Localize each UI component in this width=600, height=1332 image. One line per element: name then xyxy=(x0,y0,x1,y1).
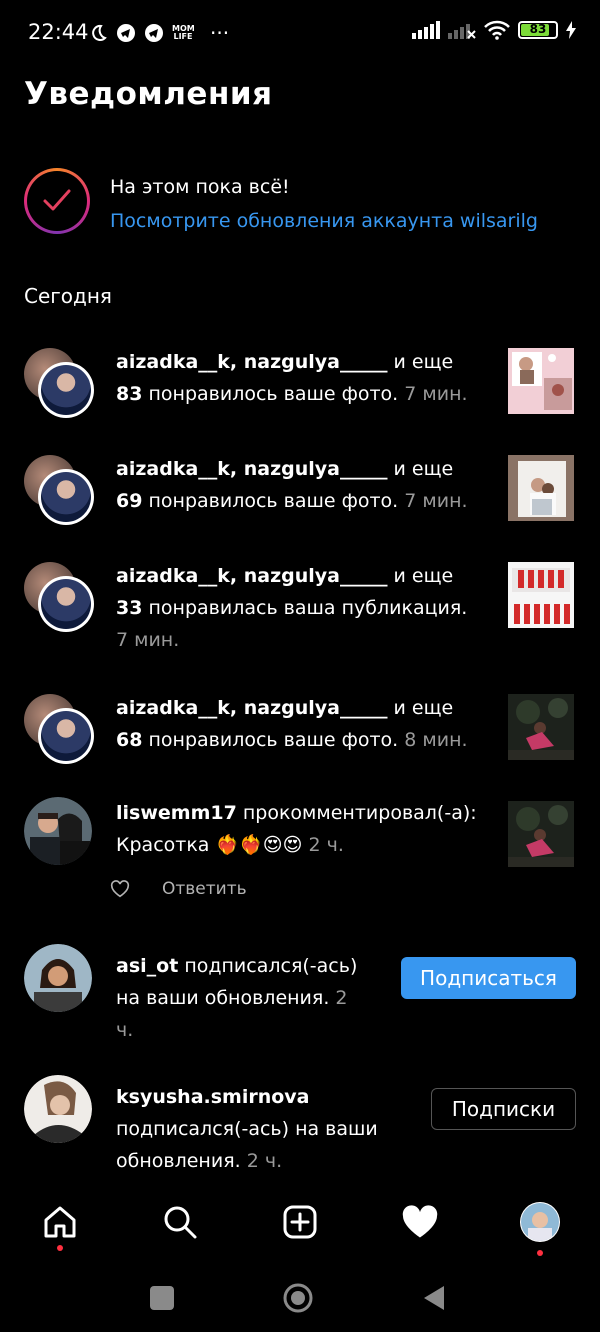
notification-count: 83 xyxy=(116,383,143,405)
post-thumbnail[interactable] xyxy=(508,801,574,867)
comment-actions: Ответить xyxy=(110,879,247,899)
follower-username[interactable]: ksyusha.smirnova xyxy=(116,1086,310,1108)
comment-text: Красотка ❤️‍🔥❤️‍🔥😍😍 xyxy=(116,834,303,856)
battery-percent: 83 xyxy=(529,22,547,36)
page-title: Уведомления xyxy=(24,76,273,112)
notification-time: 2 ч. xyxy=(302,834,344,856)
profile-avatar xyxy=(520,1202,560,1242)
mom-life-app-icon: MOM LIFE xyxy=(172,24,195,41)
all-caught-up-title: На этом пока всё! xyxy=(110,176,290,198)
comment-username[interactable]: liswemm17 xyxy=(116,802,237,824)
post-thumbnail[interactable] xyxy=(508,348,574,414)
tab-search[interactable] xyxy=(150,1192,210,1252)
moon-icon xyxy=(92,24,107,41)
system-navigation-bar xyxy=(0,1262,600,1332)
tab-activity[interactable] xyxy=(390,1192,450,1252)
battery-icon: 83 xyxy=(518,21,558,39)
avatar-stack[interactable] xyxy=(24,348,94,418)
like-comment-heart-icon[interactable] xyxy=(110,880,130,898)
more-notifications-icon: ··· xyxy=(210,21,230,45)
avatar-stack[interactable] xyxy=(24,455,94,525)
avatar-stack[interactable] xyxy=(24,694,94,764)
search-icon xyxy=(164,1206,197,1239)
post-thumbnail[interactable] xyxy=(508,455,574,521)
notification-count: 69 xyxy=(116,490,143,512)
tab-home[interactable] xyxy=(30,1192,90,1252)
account-updates-link[interactable]: Посмотрите обновления аккаунта wilsarilg xyxy=(110,210,538,232)
charging-icon xyxy=(566,21,576,39)
post-thumbnail[interactable] xyxy=(508,694,574,760)
home-icon xyxy=(44,1206,76,1238)
avatar-stack[interactable] xyxy=(24,562,94,632)
list-item[interactable]: aizadka__k, nazgulya_____ и еще 68 понра… xyxy=(0,692,600,772)
telegram-icon xyxy=(117,24,135,42)
list-item[interactable]: aizadka__k, nazgulya_____ и еще 69 понра… xyxy=(0,453,600,533)
list-item[interactable]: liswemm17 прокомментировал(-а): Красотка… xyxy=(0,797,600,917)
avatar[interactable] xyxy=(24,1075,92,1143)
avatar[interactable] xyxy=(24,797,92,865)
status-time: 22:44 xyxy=(28,20,89,44)
new-post-icon xyxy=(283,1205,317,1239)
notification-time: 2 ч. xyxy=(240,1150,283,1172)
telegram-icon xyxy=(145,24,163,42)
notification-time: 7 мин. xyxy=(398,490,468,512)
notification-count: 33 xyxy=(116,597,143,619)
follow-button[interactable]: Подписаться xyxy=(401,957,576,999)
avatar[interactable] xyxy=(24,944,92,1012)
checkmark-ring-icon xyxy=(24,168,90,234)
follower-username[interactable]: asi_ot xyxy=(116,955,178,977)
home-notification-dot xyxy=(57,1245,63,1251)
status-bar: 22:44 MOM LIFE ··· 83 xyxy=(0,0,600,66)
notification-time: 7 мин. xyxy=(398,383,468,405)
tab-profile[interactable] xyxy=(510,1192,570,1252)
reply-button[interactable]: Ответить xyxy=(162,879,247,899)
recents-button[interactable] xyxy=(150,1286,174,1310)
signal-icon xyxy=(412,21,440,39)
notification-users[interactable]: aizadka__k, nazgulya_____ xyxy=(116,458,388,480)
notification-time: 8 мин. xyxy=(398,729,468,751)
bottom-tab-bar xyxy=(0,1192,600,1262)
status-right-icons: 83 xyxy=(412,20,576,40)
all-caught-up-banner: На этом пока всё! Посмотрите обновления … xyxy=(24,168,584,238)
tab-new-post[interactable] xyxy=(270,1192,330,1252)
notification-users[interactable]: aizadka__k, nazgulya_____ xyxy=(116,351,388,373)
list-item[interactable]: aizadka__k, nazgulya_____ и еще 83 понра… xyxy=(0,346,600,426)
activity-heart-icon xyxy=(402,1205,438,1238)
notification-time-unit: ч. xyxy=(116,1019,134,1041)
following-button[interactable]: Подписки xyxy=(431,1088,576,1130)
notification-users[interactable]: aizadka__k, nazgulya_____ xyxy=(116,697,388,719)
profile-notification-dot xyxy=(537,1250,543,1256)
notification-count: 68 xyxy=(116,729,143,751)
notification-time: 7 мин. xyxy=(116,629,180,651)
back-triangle-button[interactable] xyxy=(422,1284,446,1312)
list-item[interactable]: aizadka__k, nazgulya_____ и еще 33 понра… xyxy=(0,560,600,660)
list-item[interactable]: ksyusha.smirnova подписался(-ась) на ваш… xyxy=(0,1075,600,1181)
home-circle-button[interactable] xyxy=(282,1282,314,1314)
section-today-heading: Сегодня xyxy=(24,284,112,308)
notification-users[interactable]: aizadka__k, nazgulya_____ xyxy=(116,565,388,587)
notification-time: 2 xyxy=(329,987,348,1009)
status-left-icons: MOM LIFE ··· xyxy=(88,21,229,45)
list-item[interactable]: asi_ot подписался(-ась) на ваши обновлен… xyxy=(0,944,600,1050)
signal-off-icon xyxy=(448,24,476,39)
post-thumbnail[interactable] xyxy=(508,562,574,628)
wifi-icon xyxy=(484,20,510,40)
